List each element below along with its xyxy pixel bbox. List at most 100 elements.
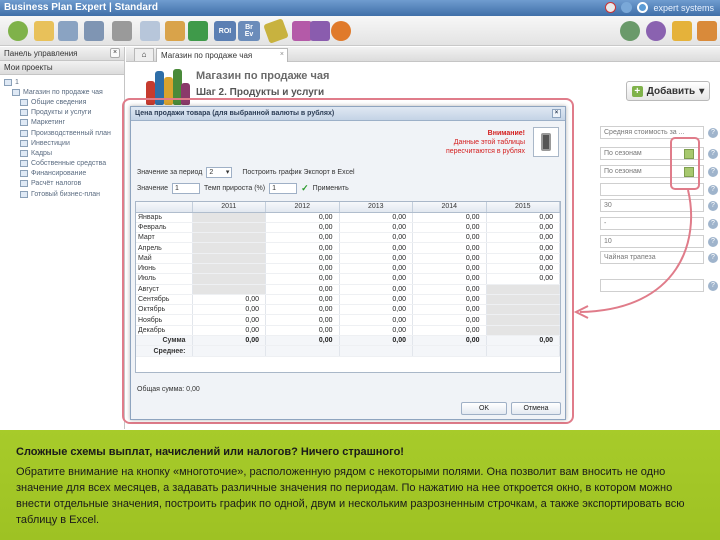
- value-cell[interactable]: 0,00: [265, 294, 340, 306]
- value-cell[interactable]: 0,00: [265, 242, 340, 254]
- period-select[interactable]: 2 ▾: [206, 166, 233, 178]
- help-icon[interactable]: ?: [708, 253, 718, 263]
- value-cell[interactable]: 0,00: [486, 253, 560, 264]
- tree-item[interactable]: Готовый бизнес-план: [4, 189, 120, 199]
- edit-icon[interactable]: [672, 21, 692, 41]
- check-icon[interactable]: ✓: [301, 183, 309, 194]
- ideas-icon[interactable]: [263, 18, 289, 44]
- settings-icon[interactable]: [697, 21, 717, 41]
- value-cell[interactable]: 0,00: [192, 314, 266, 326]
- home-tab[interactable]: ⌂: [134, 48, 154, 61]
- value-cell[interactable]: 0,00: [412, 212, 487, 223]
- play-icon[interactable]: [331, 21, 351, 41]
- help-icon[interactable]: [646, 21, 666, 41]
- tree-item[interactable]: Магазин по продаже чая: [4, 87, 120, 97]
- globe-icon[interactable]: [621, 2, 633, 13]
- new-project-icon[interactable]: [8, 21, 28, 41]
- value-cell[interactable]: 0,00: [412, 325, 487, 337]
- dialog-close-button[interactable]: ×: [552, 109, 561, 118]
- value-cell[interactable]: 0,00: [412, 304, 487, 316]
- tree-item[interactable]: Общие сведения: [4, 97, 120, 107]
- value-cell[interactable]: 0,00: [265, 232, 340, 244]
- value-cell[interactable]: 0,00: [339, 212, 413, 223]
- save-icon[interactable]: [58, 21, 78, 41]
- tree-item[interactable]: Собственные средства: [4, 159, 120, 169]
- value-cell[interactable]: 0,00: [412, 263, 487, 275]
- value-cell[interactable]: 0,00: [412, 232, 487, 244]
- value-cell[interactable]: 0,00: [339, 253, 413, 264]
- tree-item[interactable]: Инвестиции: [4, 138, 120, 148]
- value-cell[interactable]: 0,00: [412, 242, 487, 254]
- value-cell[interactable]: 0,00: [412, 222, 487, 234]
- value-cell[interactable]: 0,00: [265, 304, 340, 316]
- open-folder-icon[interactable]: [34, 21, 54, 41]
- tree-item[interactable]: Расчёт налогов: [4, 179, 120, 189]
- value-cell[interactable]: 0,00: [265, 212, 340, 223]
- break-even-icon[interactable]: Br Ev: [238, 21, 260, 41]
- value-cell[interactable]: 0,00: [265, 263, 340, 275]
- value-cell[interactable]: 0,00: [339, 304, 413, 316]
- apply-label[interactable]: Применить: [313, 185, 349, 192]
- value-cell[interactable]: 0,00: [339, 273, 413, 285]
- add-button[interactable]: + Добавить ▾: [626, 81, 710, 101]
- cancel-button[interactable]: Отмена: [511, 402, 561, 415]
- value-cell[interactable]: 0,00: [339, 232, 413, 244]
- save-as-icon[interactable]: [84, 21, 104, 41]
- value-cell[interactable]: 0,00: [412, 294, 487, 306]
- value-cell[interactable]: 0,00: [265, 325, 340, 337]
- roi-icon[interactable]: ROI: [214, 21, 236, 41]
- control-panel-close-button[interactable]: ×: [110, 48, 120, 58]
- value-cell[interactable]: 0,00: [339, 294, 413, 306]
- value-cell[interactable]: 0,00: [486, 222, 560, 234]
- value-cell[interactable]: 0,00: [192, 294, 266, 306]
- value-cell[interactable]: 0,00: [339, 284, 413, 295]
- tab-tea-shop[interactable]: Магазин по продаже чая ×: [156, 48, 288, 62]
- help-icon[interactable]: ?: [708, 149, 718, 159]
- help-icon[interactable]: ?: [708, 201, 718, 211]
- value-cell[interactable]: 0,00: [265, 253, 340, 264]
- import-export-icon[interactable]: [188, 21, 208, 41]
- help-icon[interactable]: ?: [708, 219, 718, 229]
- transfer-icon[interactable]: [292, 21, 312, 41]
- chart-tool-icon[interactable]: [140, 21, 160, 41]
- warning-tool-icon[interactable]: [165, 21, 185, 41]
- value-cell[interactable]: 0,00: [486, 273, 560, 285]
- value-cell[interactable]: 0,00: [486, 263, 560, 275]
- tree-item[interactable]: Производственный план: [4, 128, 120, 138]
- value-cell[interactable]: 0,00: [412, 314, 487, 326]
- value-cell[interactable]: 0,00: [412, 284, 487, 295]
- value-cell[interactable]: 0,00: [339, 325, 413, 337]
- help-icon[interactable]: ?: [708, 128, 718, 138]
- delete-icon[interactable]: [112, 21, 132, 41]
- value-cell[interactable]: 0,00: [265, 314, 340, 326]
- value-cell[interactable]: 0,00: [486, 232, 560, 244]
- tree-item[interactable]: Продукты и услуги: [4, 108, 120, 118]
- tab-close-icon[interactable]: ×: [280, 51, 284, 58]
- value-cell[interactable]: 0,00: [339, 263, 413, 275]
- chart-export-links[interactable]: Построить график Экспорт в Excel: [242, 169, 354, 176]
- help-icon[interactable]: ?: [708, 167, 718, 177]
- value-cell[interactable]: 0,00: [339, 222, 413, 234]
- help-icon[interactable]: ?: [708, 237, 718, 247]
- tree-item[interactable]: Финансирование: [4, 169, 120, 179]
- tree-item[interactable]: 1: [4, 77, 120, 87]
- tree-item[interactable]: Кадры: [4, 148, 120, 158]
- user-icon[interactable]: [620, 21, 640, 41]
- value-cell[interactable]: 0,00: [265, 284, 340, 295]
- projects-section-header[interactable]: Мои проекты: [0, 61, 124, 75]
- value-cell[interactable]: 0,00: [192, 304, 266, 316]
- tree-item[interactable]: Маркетинг: [4, 118, 120, 128]
- value-cell[interactable]: 0,00: [412, 273, 487, 285]
- value-cell[interactable]: 0,00: [265, 273, 340, 285]
- value-cell[interactable]: 0,00: [339, 314, 413, 326]
- help-icon[interactable]: ?: [708, 281, 718, 291]
- share-icon[interactable]: [310, 21, 330, 41]
- value-cell[interactable]: 0,00: [486, 242, 560, 254]
- help-icon[interactable]: ?: [708, 185, 718, 195]
- flag-icon[interactable]: [605, 2, 617, 13]
- growth-input[interactable]: 1: [269, 182, 298, 194]
- value-input[interactable]: 1: [172, 182, 201, 194]
- value-cell[interactable]: 0,00: [412, 253, 487, 264]
- value-cell[interactable]: 0,00: [339, 242, 413, 254]
- value-cell[interactable]: 0,00: [192, 325, 266, 337]
